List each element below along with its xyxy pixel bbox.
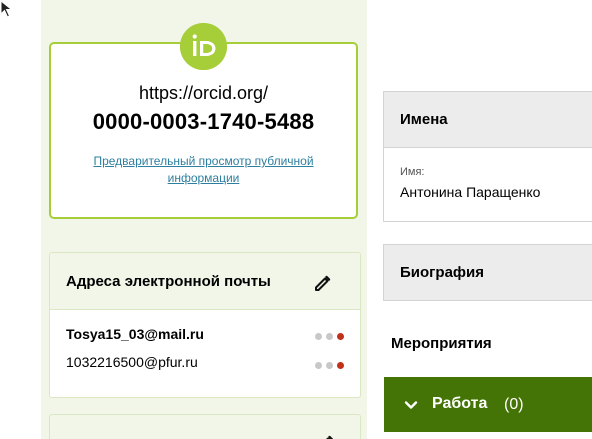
visibility-dot	[315, 362, 322, 369]
orcid-identifier: 0000-0003-1740-5488	[92, 109, 315, 134]
visibility-dot	[326, 362, 333, 369]
emails-card: Адреса электронной почты Tosya15_03@mail…	[49, 252, 361, 398]
email-item-secondary: 1032216500@pfur.ru	[66, 354, 198, 370]
orcid-url-prefix: https://orcid.org/	[138, 83, 269, 103]
biography-panel-header[interactable]: Биография	[384, 245, 592, 300]
names-panel-body: Имя: Антонина Паращенко	[384, 147, 592, 221]
work-section-toggle[interactable]: Работа (0)	[384, 377, 592, 432]
visibility-dot-selected	[337, 362, 344, 369]
names-panel: Имена Имя: Антонина Паращенко	[383, 91, 592, 222]
pencil-icon[interactable]	[316, 433, 336, 439]
name-value: Антонина Паращенко	[400, 184, 541, 200]
visibility-dot	[315, 333, 322, 340]
names-panel-title: Имена	[400, 111, 448, 128]
visibility-indicator[interactable]	[315, 333, 344, 340]
email-item-primary: Tosya15_03@mail.ru	[66, 326, 204, 342]
chevron-down-icon	[404, 401, 418, 409]
next-section-card	[49, 414, 361, 439]
emails-card-header: Адреса электронной почты	[50, 253, 360, 310]
names-panel-header[interactable]: Имена	[384, 92, 592, 147]
biography-panel-title: Биография	[400, 264, 485, 281]
public-preview-link[interactable]: Предварительный просмотр публичной инфор…	[60, 153, 347, 187]
visibility-indicator[interactable]	[315, 362, 344, 369]
pencil-icon[interactable]	[313, 273, 333, 293]
orcid-logo-icon	[180, 23, 227, 70]
events-section-title: Мероприятия	[391, 335, 492, 352]
work-section-label: Работа	[432, 395, 488, 412]
name-label: Имя:	[400, 166, 425, 178]
work-section-count: (0)	[504, 396, 524, 413]
visibility-dot	[326, 333, 333, 340]
biography-panel[interactable]: Биография	[383, 244, 592, 301]
visibility-dot-selected	[337, 333, 344, 340]
mouse-cursor-icon	[0, 0, 13, 18]
emails-card-title: Адреса электронной почты	[66, 273, 271, 290]
